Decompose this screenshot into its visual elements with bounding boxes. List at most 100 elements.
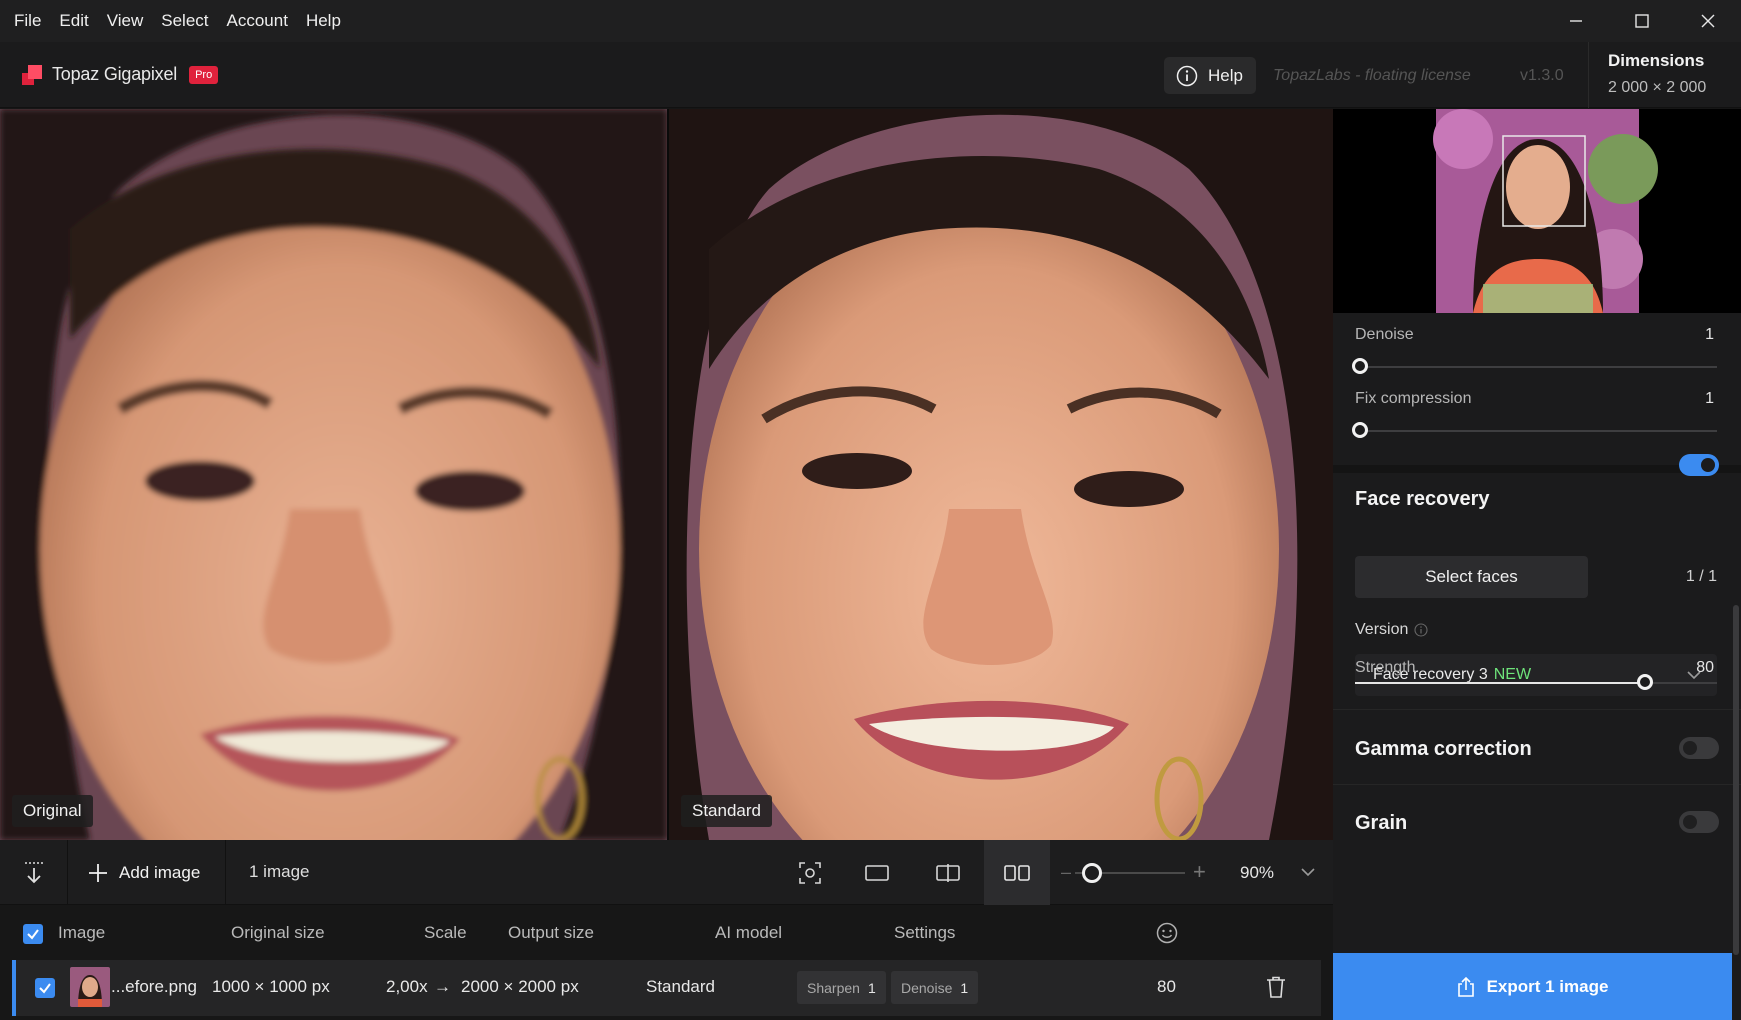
close-icon [1701,14,1715,28]
minimize-button[interactable] [1543,0,1609,42]
thumbnail-image [70,967,110,1007]
maximize-button[interactable] [1609,0,1675,42]
trash-icon[interactable] [1266,976,1286,998]
zoom-slider-knob[interactable] [1082,863,1102,883]
row-face-strength: 80 [1157,977,1176,996]
image-count: 1 image [249,862,310,881]
focus-icon [799,861,821,884]
section-divider [1333,784,1741,785]
check-icon [27,929,39,940]
menu-account[interactable]: Account [227,11,288,31]
table-row[interactable]: ...efore.png 1000 × 1000 px 2,00x → 2000… [12,960,1321,1016]
check-icon [39,983,51,994]
split-view-button[interactable] [915,840,981,905]
faces-count: 1 / 1 [1685,568,1717,585]
processed-label: Standard [681,795,772,827]
row-scale[interactable]: 2,00x [386,977,428,997]
close-button[interactable] [1675,0,1741,42]
denoise-slider-knob[interactable] [1352,358,1368,374]
header-original-size[interactable]: Original size [231,923,325,943]
menu-file[interactable]: File [14,11,41,31]
grain-toggle[interactable] [1679,811,1719,833]
chevron-down-icon[interactable] [1300,864,1316,880]
fix-compression-slider[interactable] [1355,430,1717,432]
gamma-correction-toggle[interactable] [1679,737,1719,759]
denoise-label: Denoise [1355,326,1414,343]
select-faces-label: Select faces [1425,567,1518,586]
denoise-value: 1 [1705,326,1714,343]
zoom-in-button[interactable]: + [1193,859,1206,885]
processed-preview[interactable]: Standard [669,109,1333,840]
split-view-icon [936,863,960,882]
face-icon [1156,922,1178,944]
info-icon[interactable] [1414,623,1428,637]
original-face-image [0,109,667,840]
menu: File Edit View Select Account Help [0,11,359,31]
select-faces-button[interactable]: Select faces [1355,556,1588,598]
row-thumbnail [70,967,110,1007]
single-view-icon [865,864,889,881]
export-label: Export 1 image [1486,976,1609,996]
select-all-checkbox[interactable] [23,924,43,944]
navigator-thumbnail[interactable] [1333,109,1741,313]
zoom-value[interactable]: 90% [1240,863,1274,883]
sharpen-chip-value: 1 [867,979,876,996]
help-label: Help [1208,65,1243,85]
menu-select[interactable]: Select [161,11,208,31]
navigator-image [1333,109,1741,313]
plus-icon [89,863,107,882]
original-label: Original [12,795,93,827]
original-preview[interactable]: Original [0,109,667,840]
fix-compression-label: Fix compression [1355,390,1472,407]
zoom-out-button[interactable]: – [1061,862,1071,883]
side-by-side-view-button[interactable] [984,840,1050,905]
header-output-size[interactable]: Output size [508,923,594,943]
version-label: Version [1355,621,1409,638]
settings-panel: Denoise 1 Fix compression 1 Face recover… [1333,109,1741,1020]
menu-view[interactable]: View [107,11,144,31]
sharpen-chip-label: Sharpen [807,979,860,996]
fix-compression-slider-knob[interactable] [1352,422,1368,438]
header-image[interactable]: Image [58,923,105,943]
app-header: Topaz Gigapixel Pro Help TopazLabs - flo… [0,42,1741,108]
single-view-button[interactable] [844,840,910,905]
menu-edit[interactable]: Edit [59,11,88,31]
share-icon [1457,976,1474,997]
topaz-logo-icon [22,64,42,85]
processed-face-image [669,109,1333,840]
dimensions-box: Dimensions 2 000 × 2 000 [1588,42,1741,108]
import-button[interactable] [0,840,68,905]
denoise-chip-label: Denoise [901,979,953,996]
menu-help[interactable]: Help [306,11,341,31]
strength-slider[interactable] [1355,682,1717,684]
add-image-button[interactable]: Add image [68,840,226,905]
window-controls [1543,0,1741,42]
help-button[interactable]: Help [1164,57,1256,94]
download-arrow-icon [24,861,43,883]
version-label-row: Version [1355,621,1428,639]
strength-value: 80 [1696,659,1714,676]
minimize-icon [1570,20,1582,22]
header-settings[interactable]: Settings [894,923,955,943]
app-name: Topaz Gigapixel [52,64,178,84]
maximize-icon [1635,14,1649,28]
dimensions-title: Dimensions [1608,51,1705,70]
dimensions-value: 2 000 × 2 000 [1608,79,1707,96]
panel-scrollbar[interactable] [1733,605,1739,955]
preview-toolbar: Add image 1 image – + 90% [0,840,1333,905]
header-scale[interactable]: Scale [424,923,467,943]
strength-slider-knob[interactable] [1636,674,1653,690]
row-checkbox[interactable] [35,978,55,998]
header-ai-model[interactable]: AI model [715,923,782,943]
section-divider [1333,709,1741,710]
info-icon [1176,65,1198,86]
screenshot-view-button[interactable] [777,840,843,905]
preview-area[interactable]: Original Standard [0,109,1333,840]
side-by-side-icon [1004,864,1030,881]
export-button[interactable]: Export 1 image [1333,953,1732,1020]
image-table: Image Original size Scale Output size AI… [0,905,1333,1020]
grain-title: Grain [1355,812,1408,834]
face-recovery-toggle[interactable] [1679,454,1719,476]
denoise-slider[interactable] [1355,366,1717,368]
row-model: Standard [646,977,715,996]
